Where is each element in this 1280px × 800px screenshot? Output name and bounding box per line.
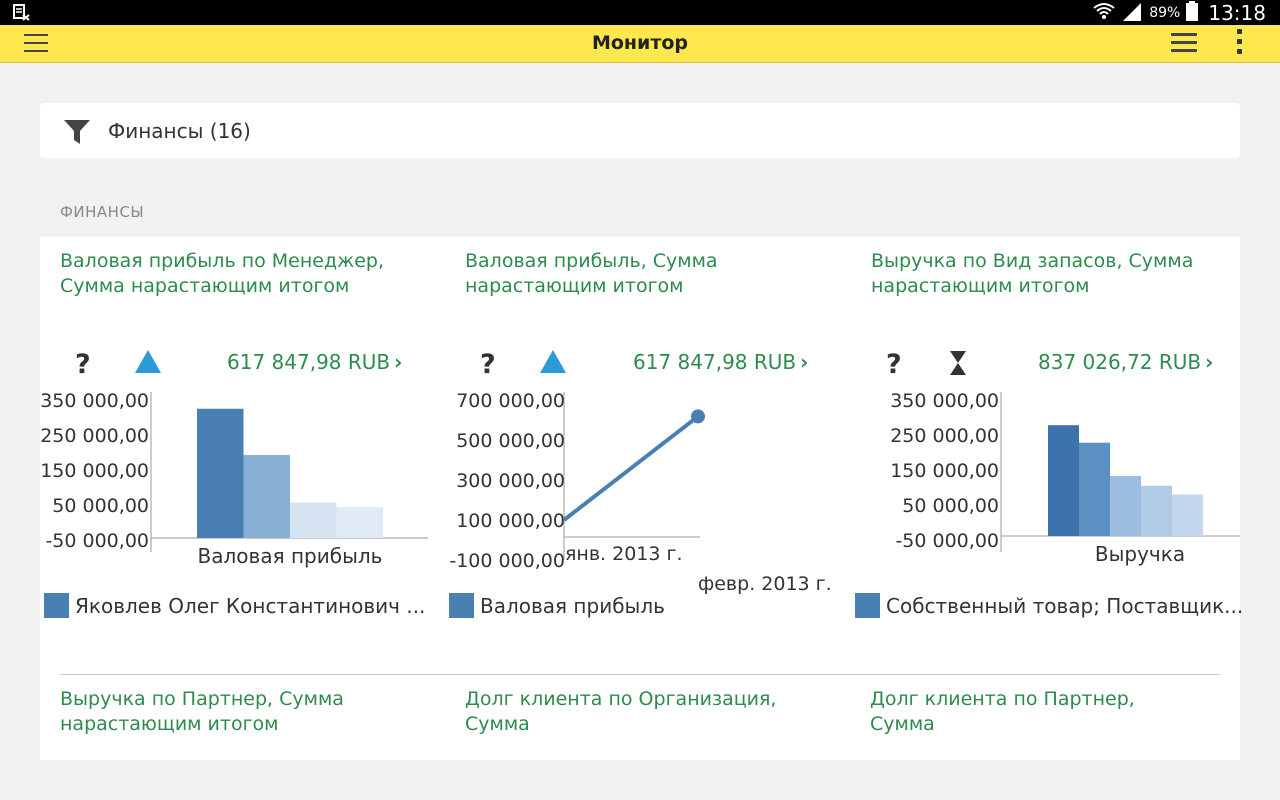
chart: 350 000,00 250 000,00 150 000,00 50 000,00 -…	[40, 392, 428, 568]
status-bar: 89% 13:18	[0, 0, 1280, 25]
widget-title[interactable]: Валовая прибыль, Сумма нарастающим итого…	[465, 249, 795, 299]
x-tick-label: Валовая прибыль	[198, 544, 383, 568]
widget-value-link[interactable]: 837 026,72 RUB ›	[1038, 350, 1213, 374]
widget-value: 617 847,98 RUB	[633, 350, 797, 374]
hourglass-icon	[950, 351, 966, 375]
widget-card[interactable]: Валовая прибыль, Сумма нарастающим итого…	[445, 237, 845, 657]
chart-legend: Собственный товар; Поставщик...	[855, 593, 1243, 618]
y-tick-label: -50 000,00	[895, 530, 999, 552]
widget-card[interactable]: Выручка по Вид запасов, Сумма нарастающи…	[851, 237, 1251, 657]
y-tick-label: 300 000,00	[456, 470, 565, 492]
x-tick-label: февр. 2013 г.	[698, 573, 832, 595]
chart: 350 000,00 250 000,00 150 000,00 50 000,00 -…	[890, 392, 1240, 566]
question-icon[interactable]: ?	[480, 349, 496, 380]
y-tick-label: -100 000,00	[449, 550, 565, 572]
wifi-icon	[1093, 2, 1115, 24]
chart-legend: Валовая прибыль	[449, 593, 665, 618]
legend-swatch	[449, 593, 474, 618]
widget-card[interactable]: Валовая прибыль по Менеджер, Сумма нарас…	[40, 237, 440, 657]
y-tick-label: 500 000,00	[456, 430, 565, 452]
battery-icon	[1186, 0, 1199, 25]
x-tick-label: янв. 2013 г.	[565, 543, 683, 565]
signal-icon	[1121, 1, 1143, 25]
legend-swatch	[855, 593, 880, 618]
widget-value: 837 026,72 RUB	[1038, 350, 1202, 374]
app-bar: Монитор	[0, 25, 1280, 63]
chevron-right-icon: ›	[800, 350, 809, 374]
chart: 700 000,00 500 000,00 300 000,00 100 000,00…	[449, 390, 832, 595]
widget-value: 617 847,98 RUB	[227, 350, 391, 374]
chart-legend: Яковлев Олег Константинович ...	[44, 593, 425, 618]
y-tick-label: 100 000,00	[456, 510, 565, 532]
triangle-up-icon	[135, 350, 161, 373]
y-tick-label: 250 000,00	[40, 425, 149, 447]
legend-swatch	[44, 593, 69, 618]
widget-value-link[interactable]: 617 847,98 RUB ›	[633, 350, 808, 374]
y-tick-label: 50 000,00	[902, 495, 999, 517]
chart-bar	[197, 408, 244, 538]
battery-percent: 89%	[1149, 4, 1181, 21]
y-tick-label: 150 000,00	[40, 460, 149, 482]
chevron-right-icon: ›	[394, 350, 403, 374]
question-icon[interactable]: ?	[75, 349, 91, 380]
widgets-container: Валовая прибыль по Менеджер, Сумма нарас…	[40, 237, 1243, 760]
question-icon[interactable]: ?	[886, 349, 902, 380]
x-tick-label: Выручка	[1095, 542, 1185, 566]
more-options-icon[interactable]	[1234, 29, 1244, 61]
chart-bar	[1110, 475, 1141, 536]
divider	[60, 674, 1220, 675]
chart-bar	[1172, 494, 1203, 536]
widget-title[interactable]: Выручка по Вид запасов, Сумма нарастающи…	[871, 249, 1201, 299]
chart-bar	[1079, 442, 1110, 536]
legend-label: Собственный товар; Поставщик...	[886, 593, 1244, 618]
legend-label: Яковлев Олег Константинович ...	[75, 593, 426, 618]
chart-bar	[1141, 485, 1172, 536]
chart-bar	[243, 454, 290, 538]
y-tick-label: -50 000,00	[45, 530, 149, 552]
series-line	[562, 414, 700, 522]
chevron-right-icon: ›	[1205, 350, 1214, 374]
legend-label: Валовая прибыль	[480, 593, 665, 618]
widget-title[interactable]: Валовая прибыль по Менеджер, Сумма нарас…	[60, 249, 390, 299]
y-tick-label: 50 000,00	[52, 495, 149, 517]
section-title: ФИНАНСЫ	[60, 203, 145, 221]
filter-icon	[64, 120, 90, 144]
chart-bar	[1048, 425, 1079, 536]
y-tick-label: 700 000,00	[456, 390, 565, 412]
chart-bar	[336, 507, 383, 538]
page-title: Монитор	[591, 32, 689, 54]
widget-title[interactable]: Долг клиента по Организация, Сумма	[465, 687, 795, 737]
clock: 13:18	[1208, 0, 1266, 25]
widget-title[interactable]: Долг клиента по Партнер, Сумма	[870, 687, 1200, 737]
widget-value-link[interactable]: 617 847,98 RUB ›	[227, 350, 402, 374]
chart-bar	[290, 502, 337, 538]
filter-panel[interactable]: Финансы (16)	[40, 103, 1240, 158]
y-tick-label: 350 000,00	[40, 392, 149, 412]
filter-label: Финансы (16)	[108, 119, 251, 143]
notification-icon	[12, 3, 30, 21]
y-tick-label: 350 000,00	[890, 392, 999, 412]
y-tick-label: 150 000,00	[890, 460, 999, 482]
data-point	[691, 409, 705, 424]
triangle-up-icon	[540, 350, 566, 373]
list-view-icon[interactable]	[1171, 33, 1197, 55]
widget-title[interactable]: Выручка по Партнер, Сумма нарастающим ит…	[60, 687, 390, 737]
y-tick-label: 250 000,00	[890, 425, 999, 447]
